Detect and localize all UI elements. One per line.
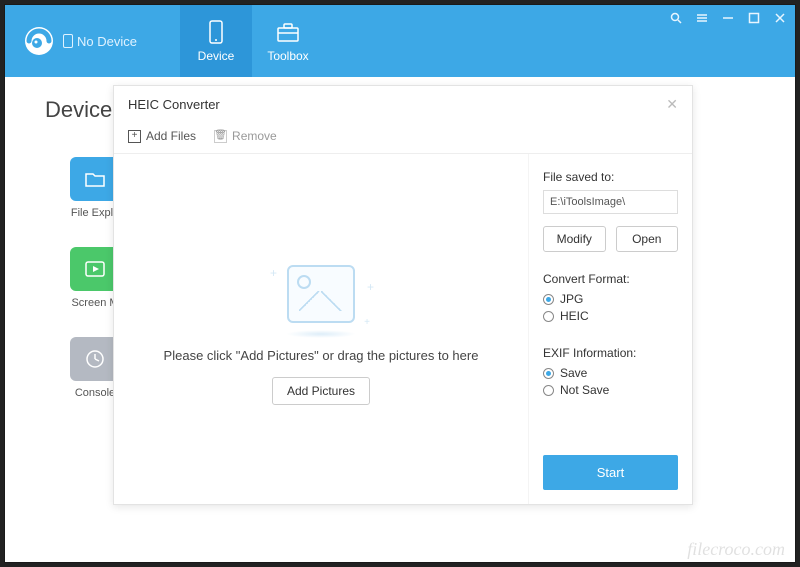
exif-label: EXIF Information: [543, 346, 678, 360]
tab-label: Toolbox [267, 49, 308, 63]
close-icon[interactable] [773, 11, 787, 25]
minimize-icon[interactable] [721, 11, 735, 25]
add-files-button[interactable]: + Add Files [128, 129, 196, 143]
saved-to-label: File saved to: [543, 170, 678, 184]
maximize-icon[interactable] [747, 11, 761, 25]
window-controls [669, 11, 787, 25]
exif-group: EXIF Information: Save Not Save [543, 346, 678, 400]
radio-icon [543, 385, 554, 396]
radio-icon [543, 311, 554, 322]
radio-heic[interactable]: HEIC [543, 309, 678, 323]
device-status: No Device [63, 34, 137, 49]
toolbox-icon [275, 19, 301, 45]
radio-label: JPG [560, 292, 583, 306]
main-tabs: Device Toolbox [180, 5, 324, 77]
saved-to-input[interactable] [543, 190, 678, 214]
convert-format-group: Convert Format: JPG HEIC [543, 272, 678, 326]
add-pictures-button[interactable]: Add Pictures [272, 377, 370, 405]
tool-label: Console [75, 387, 115, 399]
logo-area: No Device [5, 5, 180, 77]
tab-device[interactable]: Device [180, 5, 252, 77]
radio-label: Not Save [560, 383, 609, 397]
image-placeholder-icon: + + + [276, 254, 366, 334]
convert-format-label: Convert Format: [543, 272, 678, 286]
radio-icon [543, 294, 554, 305]
drop-area[interactable]: + + + Please click "Add Pictures" or dra… [114, 154, 528, 504]
tab-label: Device [198, 49, 235, 63]
tool-label: File Explo [71, 207, 119, 219]
tablet-icon [203, 19, 229, 45]
drop-hint: Please click "Add Pictures" or drag the … [164, 348, 479, 363]
dialog-title: HEIC Converter [128, 97, 220, 112]
open-button[interactable]: Open [616, 226, 679, 252]
tool-label: Screen M [71, 297, 118, 309]
dialog-toolbar: + Add Files 🗑 Remove [114, 123, 692, 154]
search-icon[interactable] [669, 11, 683, 25]
radio-exif-save[interactable]: Save [543, 366, 678, 380]
watermark: filecroco.com [687, 539, 785, 560]
radio-icon [543, 368, 554, 379]
trash-icon: 🗑 [214, 130, 227, 143]
dialog-header: HEIC Converter ✕ [114, 86, 692, 123]
radio-label: Save [560, 366, 587, 380]
button-label: Add Files [146, 129, 196, 143]
titlebar: No Device Device Toolbox [5, 5, 795, 77]
app-window: No Device Device Toolbox De [4, 4, 796, 563]
app-logo-icon [23, 25, 55, 57]
radio-label: HEIC [560, 309, 589, 323]
menu-icon[interactable] [695, 11, 709, 25]
radio-jpg[interactable]: JPG [543, 292, 678, 306]
close-icon[interactable]: ✕ [666, 96, 678, 113]
radio-exif-not-save[interactable]: Not Save [543, 383, 678, 397]
start-button[interactable]: Start [543, 455, 678, 490]
heic-converter-dialog: HEIC Converter ✕ + Add Files 🗑 Remove + … [113, 85, 693, 505]
dialog-body: + + + Please click "Add Pictures" or dra… [114, 154, 692, 504]
remove-button: 🗑 Remove [214, 129, 277, 143]
modify-button[interactable]: Modify [543, 226, 606, 252]
button-label: Remove [232, 129, 277, 143]
tab-toolbox[interactable]: Toolbox [252, 5, 324, 77]
side-panel: File saved to: Modify Open Convert Forma… [528, 154, 692, 504]
plus-icon: + [128, 130, 141, 143]
